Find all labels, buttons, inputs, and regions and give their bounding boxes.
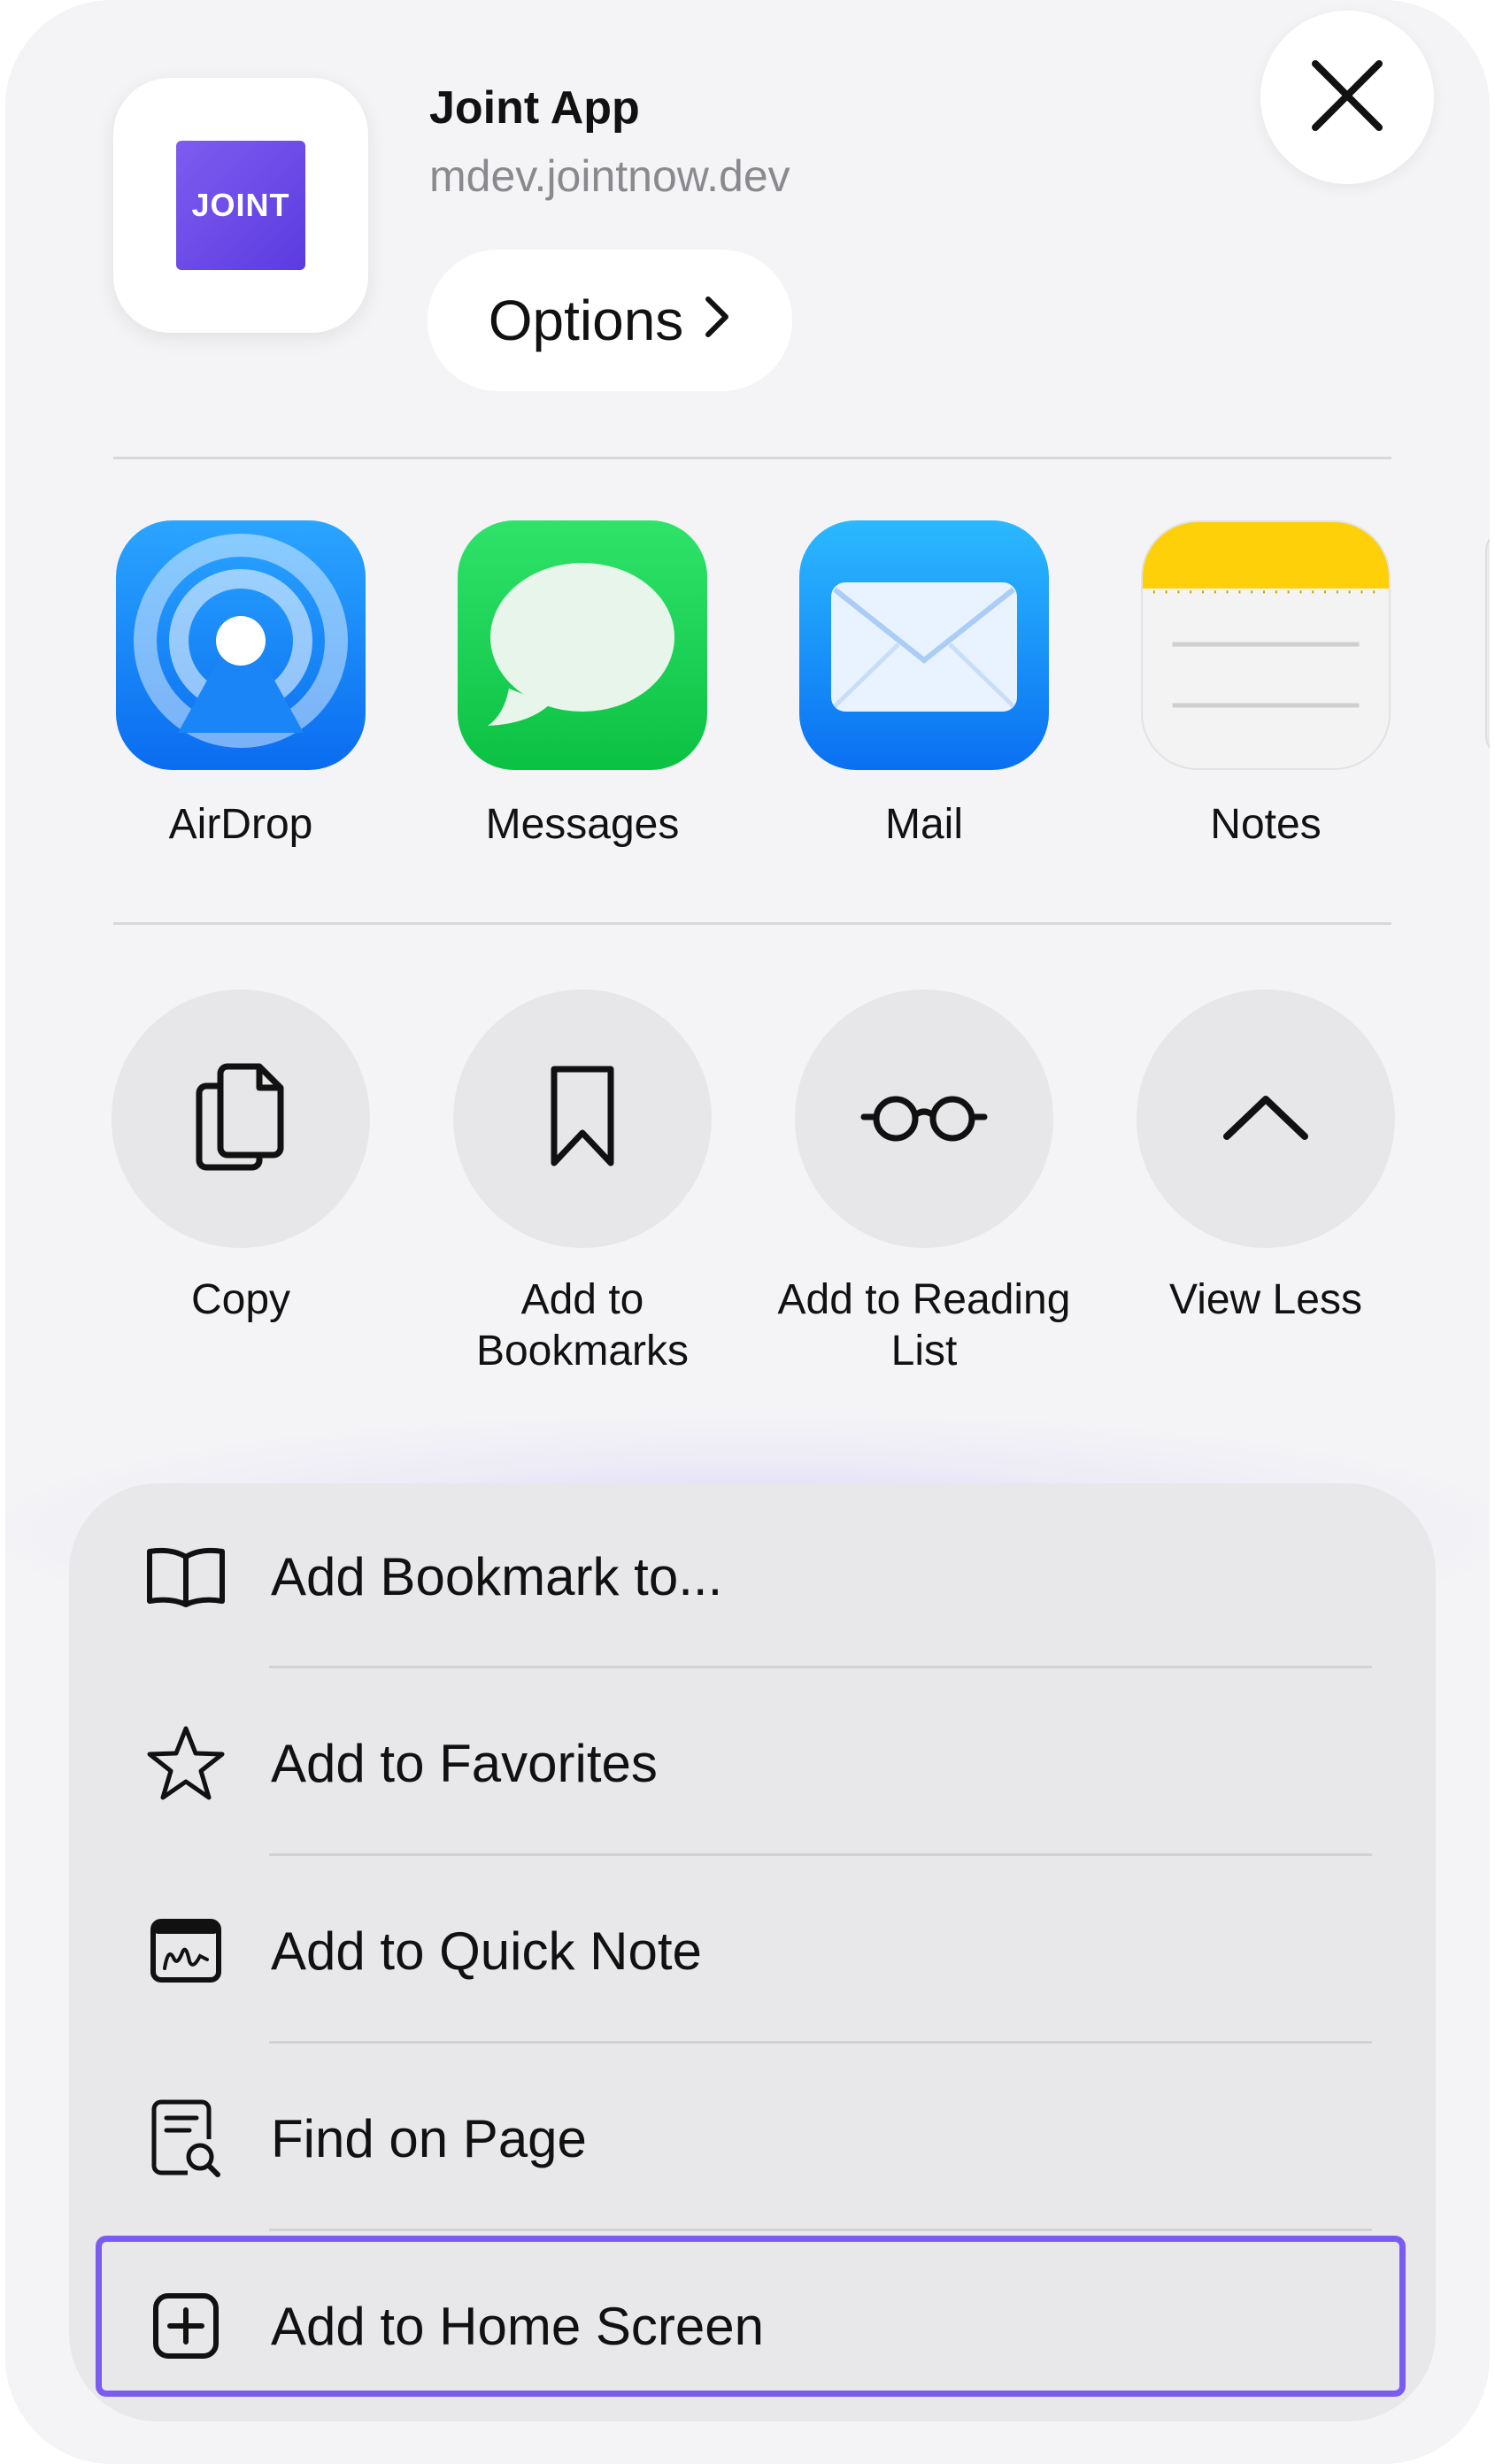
- share-target-messages[interactable]: Messages: [450, 520, 715, 849]
- chevron-right-icon: [703, 288, 731, 353]
- list-item-add-to-home-screen[interactable]: Add to Home Screen: [69, 2233, 1436, 2419]
- chevron-up-icon: [1221, 1090, 1310, 1148]
- action-add-to-reading-list[interactable]: Add to Reading List: [756, 989, 1092, 1377]
- app-icon: JOINT: [113, 78, 368, 333]
- share-target-label: Messages: [485, 801, 680, 848]
- list-item-label: Add to Home Screen: [271, 2296, 764, 2356]
- reading-glasses-icon: [860, 1090, 988, 1148]
- action-copy[interactable]: Copy: [73, 989, 409, 1326]
- action-circle: [453, 989, 712, 1248]
- app-title: Joint App: [429, 82, 640, 134]
- more-targets-peek[interactable]: [1485, 531, 1490, 756]
- action-circle: [795, 989, 1053, 1248]
- action-add-to-bookmarks[interactable]: Add to Bookmarks: [414, 989, 751, 1377]
- notes-icon: [1141, 520, 1391, 770]
- action-circle: [1137, 989, 1395, 1248]
- list-item-add-to-favorites[interactable]: Add to Favorites: [69, 1670, 1436, 1856]
- row-divider: [269, 2041, 1372, 2044]
- airdrop-icon: [116, 520, 366, 770]
- joint-logo: JOINT: [176, 141, 305, 270]
- divider: [113, 922, 1391, 925]
- options-label: Options: [488, 289, 684, 352]
- book-icon: [142, 1532, 230, 1621]
- copy-icon: [192, 1059, 289, 1179]
- list-item-label: Find on Page: [271, 2108, 587, 2168]
- list-item-label: Add Bookmark to...: [271, 1546, 723, 1606]
- share-target-notes[interactable]: Notes: [1133, 520, 1399, 849]
- list-item-find-on-page[interactable]: Find on Page: [69, 2045, 1436, 2231]
- actions-list: Add Bookmark to... Add to Favorites Add …: [69, 1483, 1436, 2422]
- list-item-label: Add to Favorites: [271, 1733, 658, 1793]
- list-item-add-to-quick-note[interactable]: Add to Quick Note: [69, 1858, 1436, 2044]
- close-icon: [1310, 58, 1384, 137]
- bookmark-icon: [547, 1062, 618, 1176]
- action-label: View Less: [1169, 1276, 1362, 1323]
- list-item-add-bookmark-to[interactable]: Add Bookmark to...: [69, 1483, 1436, 1669]
- quick-note-icon: [142, 1906, 230, 1995]
- list-item-label: Add to Quick Note: [271, 1921, 702, 1981]
- row-divider: [269, 2229, 1372, 2231]
- action-circle: [112, 989, 370, 1248]
- action-view-less[interactable]: View Less: [1098, 989, 1434, 1326]
- messages-icon: [458, 520, 707, 770]
- options-button[interactable]: Options: [428, 250, 792, 391]
- row-divider: [269, 1853, 1372, 1856]
- action-label: Add to Reading List: [777, 1276, 1071, 1374]
- find-on-page-icon: [142, 2094, 230, 2183]
- action-label: Copy: [190, 1276, 291, 1323]
- row-divider: [269, 1666, 1372, 1668]
- share-target-label: Notes: [1210, 801, 1322, 848]
- star-icon: [142, 1719, 230, 1807]
- close-button[interactable]: [1260, 11, 1434, 184]
- share-target-label: Mail: [884, 801, 963, 848]
- app-url: mdev.jointnow.dev: [429, 151, 790, 201]
- mail-icon: [799, 520, 1049, 770]
- action-label: Add to Bookmarks: [475, 1276, 690, 1374]
- share-target-airdrop[interactable]: AirDrop: [108, 520, 374, 849]
- add-square-icon: [142, 2282, 230, 2370]
- share-sheet: JOINT Joint App mdev.jointnow.dev Option…: [5, 0, 1490, 2464]
- divider: [113, 457, 1391, 459]
- share-target-label: AirDrop: [168, 801, 313, 848]
- share-target-mail[interactable]: Mail: [791, 520, 1057, 849]
